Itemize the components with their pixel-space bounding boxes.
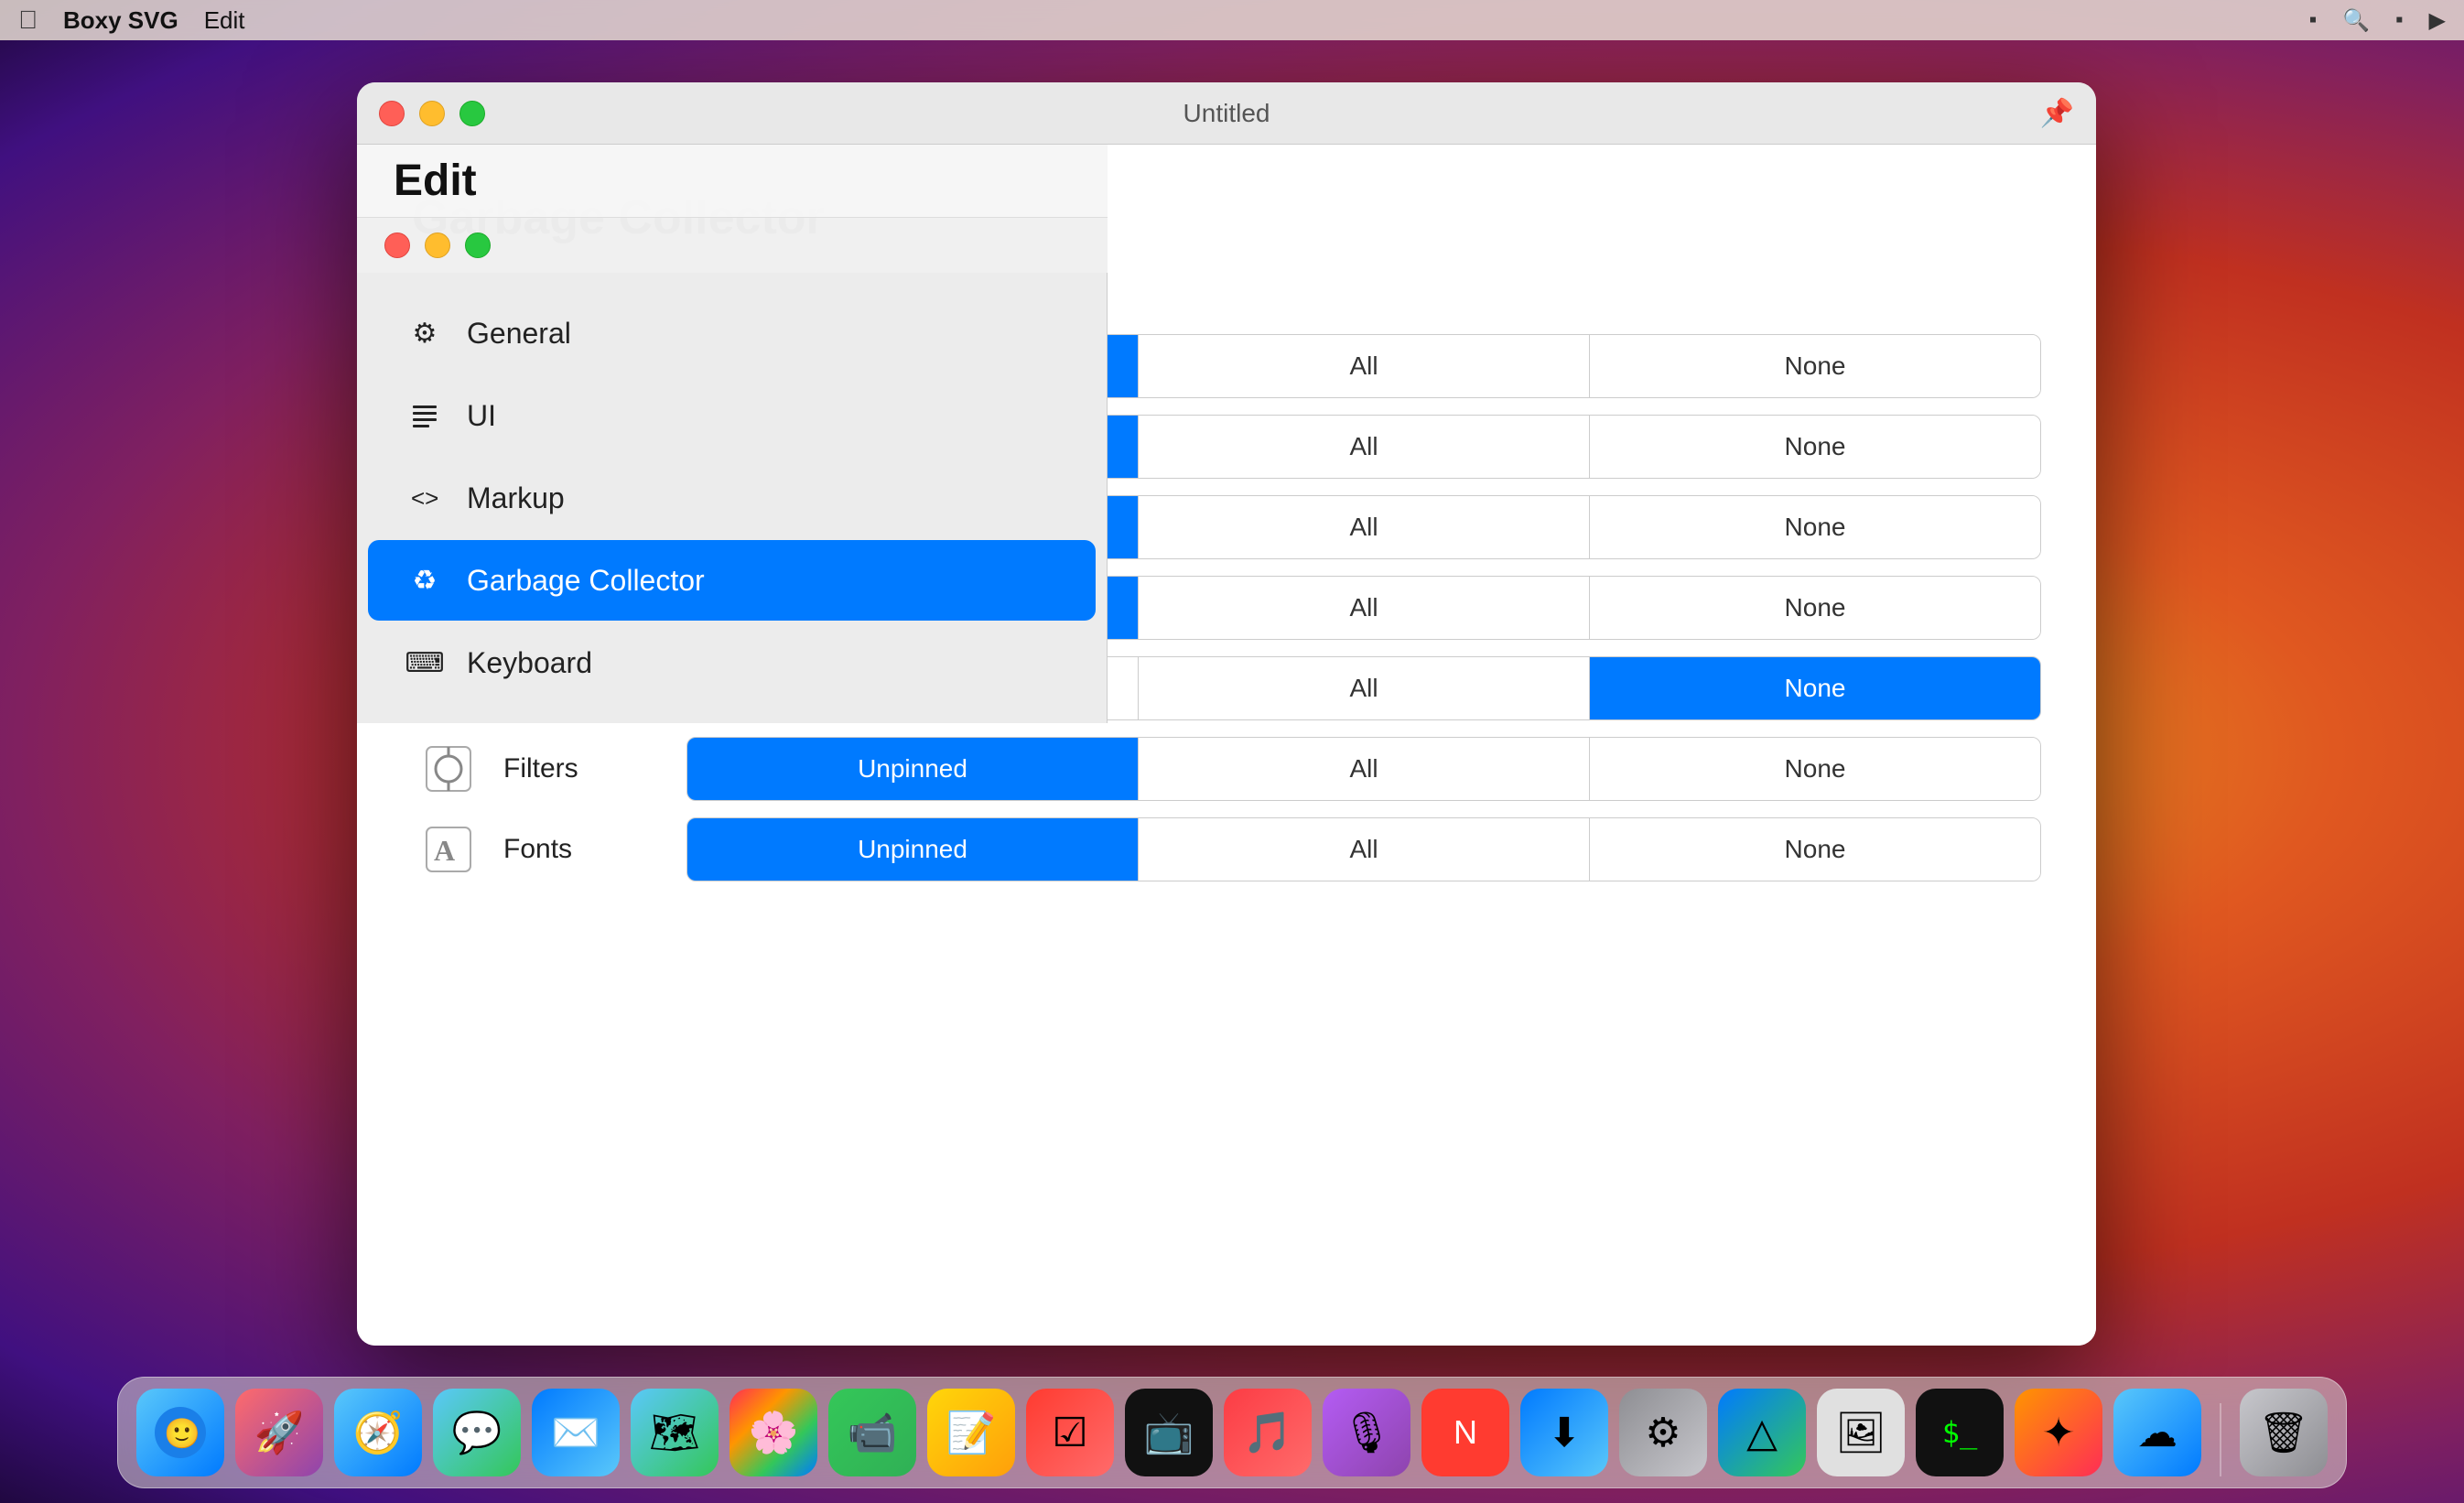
window-title: Untitled (1183, 99, 1270, 128)
gradients-all-btn[interactable]: All (1139, 416, 1590, 478)
prefs-nav-keyboard-label: Keyboard (467, 646, 592, 680)
fonts-icon: A (412, 815, 485, 884)
dock-podcasts[interactable]: 🎙 (1323, 1389, 1410, 1476)
dock-trash[interactable]: 🗑 (2240, 1389, 2328, 1476)
markers-all-btn[interactable]: All (1139, 577, 1590, 639)
prefs-maximize[interactable] (465, 232, 491, 258)
prefs-traffic-lights (357, 218, 1108, 273)
traffic-lights (379, 101, 485, 126)
dock-music[interactable]: 🎵 (1224, 1389, 1312, 1476)
window-titlebar: Untitled 📌 (357, 82, 2096, 145)
svg-text:🙂: 🙂 (164, 1417, 200, 1450)
maximize-button[interactable] (459, 101, 485, 126)
dock-maps[interactable]: 🗺 (631, 1389, 719, 1476)
filters-label: Filters (503, 753, 668, 784)
dock-mail[interactable]: ✉️ (532, 1389, 620, 1476)
keyboard-icon: ⌨ (405, 643, 445, 683)
svg-text:<>: <> (411, 484, 438, 512)
patterns-none-btn[interactable]: None (1590, 496, 2040, 558)
menubar-edit[interactable]: Edit (204, 6, 245, 35)
edit-menu-title: Edit (394, 156, 477, 206)
gc-row-fonts: A Fonts Unpinned All None (412, 815, 2041, 884)
prefs-nav-general[interactable]: ⚙ General (368, 293, 1096, 373)
menubar-search-icon[interactable]: 🔍 (2342, 7, 2370, 34)
dock-pixelmator[interactable]: ✦ (2015, 1389, 2102, 1476)
markers-none-btn[interactable]: None (1590, 577, 2040, 639)
filters-all-btn[interactable]: All (1139, 738, 1590, 800)
menubar-control-center-icon[interactable]: ▪ (2395, 7, 2404, 33)
colors-all-btn[interactable]: All (1139, 335, 1590, 397)
apple-menu[interactable]:  (18, 5, 38, 35)
dock-facetime[interactable]: 📹 (828, 1389, 916, 1476)
prefs-nav-ui[interactable]: UI (368, 375, 1096, 456)
garbage-icon: ♻ (405, 560, 445, 600)
minimize-button[interactable] (419, 101, 445, 126)
dock-messages[interactable]: 💬 (433, 1389, 521, 1476)
symbols-all-btn[interactable]: All (1139, 657, 1590, 719)
dock-altstore[interactable]: △ (1718, 1389, 1806, 1476)
edit-menu-container: Edit ⚙ General (357, 145, 1108, 723)
svg-text:A: A (434, 834, 455, 867)
general-icon: ⚙ (405, 313, 445, 353)
prefs-nav-keyboard[interactable]: ⌨ Keyboard (368, 622, 1096, 703)
dock-reminders[interactable]: ☑ (1026, 1389, 1114, 1476)
patterns-all-btn[interactable]: All (1139, 496, 1590, 558)
menubar-app-name[interactable]: Boxy SVG (63, 6, 178, 35)
symbols-none-btn[interactable]: None (1590, 657, 2040, 719)
prefs-minimize[interactable] (425, 232, 450, 258)
menubar:  Boxy SVG Edit ▪ 🔍 ▪ ▶ (0, 0, 2464, 40)
dock-safari[interactable]: 🧭 (334, 1389, 422, 1476)
fonts-label: Fonts (503, 834, 668, 865)
filters-unpinned-btn[interactable]: Unpinned (687, 738, 1139, 800)
fonts-unpinned-btn[interactable]: Unpinned (687, 818, 1139, 881)
fonts-none-btn[interactable]: None (1590, 818, 2040, 881)
prefs-nav-general-label: General (467, 317, 571, 351)
filters-none-btn[interactable]: None (1590, 738, 2040, 800)
prefs-nav-ui-label: UI (467, 399, 496, 433)
dock-terminal[interactable]: $_ (1916, 1389, 2004, 1476)
prefs-close[interactable] (384, 232, 410, 258)
menubar-siri-icon[interactable]: ▶ (2429, 7, 2446, 34)
dock-preview[interactable]: 🖼 (1817, 1389, 1905, 1476)
app-window: Untitled 📌 Generators ▲ ◈ ✏ T □ ○ ╱ Edit (357, 82, 2096, 1346)
close-button[interactable] (379, 101, 405, 126)
colors-none-btn[interactable]: None (1590, 335, 2040, 397)
dock-finder[interactable]: 🙂 (136, 1389, 224, 1476)
dock-notes[interactable]: 📝 (927, 1389, 1015, 1476)
dock: 🙂 🚀 🧭 💬 ✉️ 🗺 🌸 📹 📝 ☑ 📺 🎵 🎙 N ⬇ ⚙ △ 🖼 $_ … (117, 1377, 2347, 1488)
dock-divider (2220, 1403, 2221, 1476)
dock-appstore[interactable]: ⬇ (1520, 1389, 1608, 1476)
prefs-nav-markup-label: Markup (467, 481, 565, 515)
dock-icloud[interactable]: ☁ (2113, 1389, 2201, 1476)
pin-button[interactable]: 📌 (2040, 97, 2074, 129)
dock-appletv[interactable]: 📺 (1125, 1389, 1213, 1476)
menubar-wifi-icon: ▪ (2309, 7, 2318, 33)
prefs-sidebar: ⚙ General UI <> Markup (357, 273, 1108, 723)
gc-row-filters: Filters Unpinned All None (412, 734, 2041, 804)
filters-icon (412, 734, 485, 804)
filters-btn-group: Unpinned All None (686, 737, 2041, 801)
dock-sysprefs[interactable]: ⚙ (1619, 1389, 1707, 1476)
preferences-overlay: Edit ⚙ General (357, 145, 2096, 1346)
dock-news[interactable]: N (1421, 1389, 1509, 1476)
dock-launchpad[interactable]: 🚀 (235, 1389, 323, 1476)
menubar-right-icons: ▪ 🔍 ▪ ▶ (2309, 7, 2446, 34)
gradients-none-btn[interactable]: None (1590, 416, 2040, 478)
edit-menu-header: Edit (357, 145, 1108, 218)
fonts-btn-group: Unpinned All None (686, 817, 2041, 881)
prefs-nav-garbage-collector[interactable]: ♻ Garbage Collector (368, 540, 1096, 621)
prefs-nav-gc-label: Garbage Collector (467, 564, 705, 598)
ui-icon (405, 395, 445, 436)
markup-icon: <> (405, 478, 445, 518)
fonts-all-btn[interactable]: All (1139, 818, 1590, 881)
dock-photos[interactable]: 🌸 (729, 1389, 817, 1476)
prefs-nav-markup[interactable]: <> Markup (368, 458, 1096, 538)
prefs-dialog: ⚙ General UI <> Markup (357, 218, 1108, 723)
